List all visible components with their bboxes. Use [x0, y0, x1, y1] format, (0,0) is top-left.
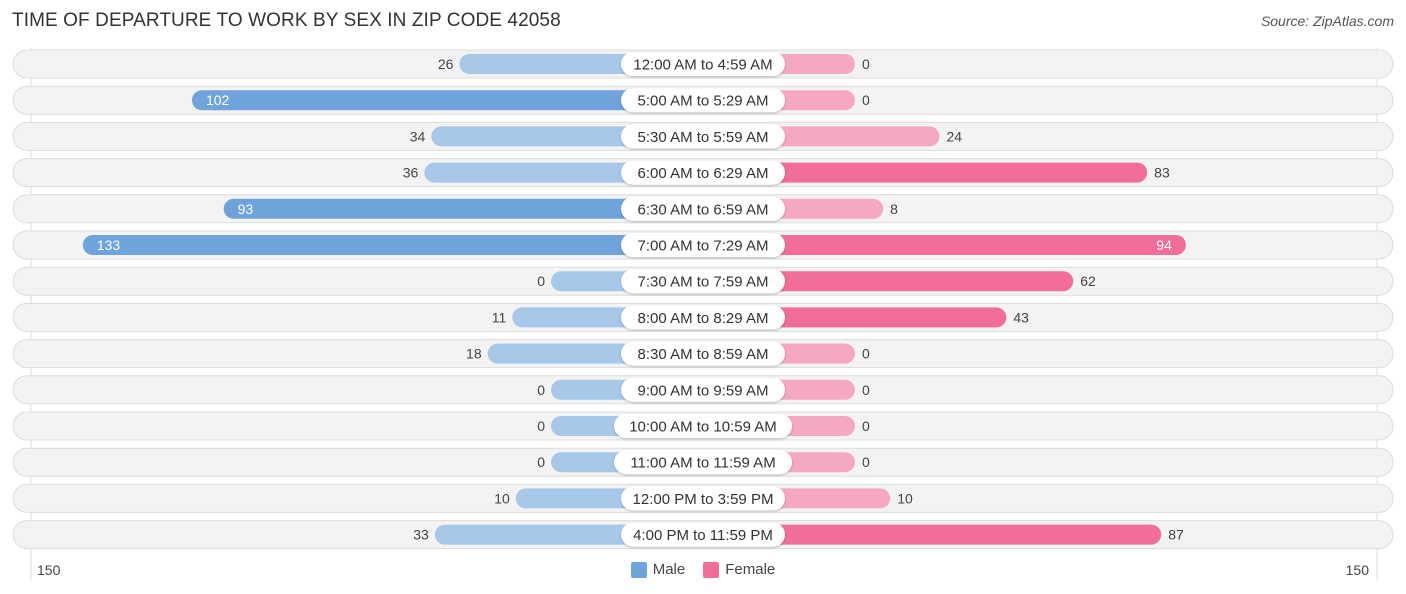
- legend-label-female: Female: [725, 561, 776, 578]
- male-value-label: 0: [537, 454, 545, 470]
- category-label: 9:00 AM to 9:59 AM: [638, 382, 769, 399]
- female-value-label: 0: [862, 454, 870, 470]
- chart-row: 8:00 AM to 8:29 AM 11 43: [12, 302, 1394, 332]
- female-value-label: 0: [862, 346, 870, 362]
- male-value-label: 93: [238, 201, 254, 217]
- category-label: 4:00 PM to 11:59 PM: [633, 527, 773, 544]
- chart-svg: 12:00 AM to 4:59 AM26 05:00 AM to 5:29 AM…: [12, 48, 1394, 580]
- category-label: 5:00 AM to 5:29 AM: [638, 93, 769, 110]
- female-value-label: 8: [890, 201, 898, 217]
- chart-row: 12:00 PM to 3:59 PM 10 10: [12, 483, 1394, 513]
- chart-row: 5:30 AM to 5:59 AM 34 24: [12, 121, 1394, 151]
- male-value-label: 11: [492, 309, 507, 325]
- female-value-label: 87: [1168, 527, 1184, 543]
- category-label: 8:30 AM to 8:59 AM: [638, 346, 769, 363]
- category-label: 5:30 AM to 5:59 AM: [638, 129, 769, 146]
- chart-row: 8:30 AM to 8:59 AM 18 0: [12, 339, 1394, 369]
- chart-row: 5:00 AM to 5:29 AM 102 0: [12, 85, 1394, 115]
- legend-swatch-female: [703, 561, 720, 578]
- chart-row: 6:30 AM to 6:59 AM 93 8: [12, 194, 1394, 224]
- female-value-label: 0: [862, 92, 870, 108]
- chart-row: 7:00 AM to 7:29 AM 133 94: [12, 230, 1394, 260]
- chart-row: 9:00 AM to 9:59 AM 0 0: [12, 375, 1394, 405]
- female-value-label: 10: [897, 490, 913, 506]
- category-label: 10:00 AM to 10:59 AM: [629, 419, 777, 436]
- female-value-label: 24: [946, 128, 962, 144]
- legend-label-male: Male: [652, 561, 686, 578]
- female-value-label: 0: [862, 56, 870, 72]
- legend-item-male[interactable]: Male: [630, 561, 686, 578]
- category-label: 11:00 AM to 11:59 AM: [630, 455, 775, 472]
- chart-row: 4:00 PM to 11:59 PM 33 87: [12, 520, 1394, 550]
- female-value-label: 83: [1154, 165, 1170, 181]
- male-value-label: 33: [413, 527, 429, 543]
- chart-row: 7:30 AM to 7:59 AM 0 62: [12, 266, 1394, 296]
- male-value-label: 0: [537, 273, 545, 289]
- category-label: 6:00 AM to 6:29 AM: [638, 165, 769, 182]
- female-value-label: 62: [1080, 273, 1096, 289]
- chart-row: 11:00 AM to 11:59 AM 0 0: [12, 447, 1394, 477]
- legend: Male Female: [0, 561, 1406, 578]
- male-value-label: 0: [537, 382, 545, 398]
- male-value-label: 133: [97, 237, 121, 253]
- category-label: 8:00 AM to 8:29 AM: [638, 310, 769, 327]
- male-value-label: 36: [403, 165, 419, 181]
- legend-swatch-male: [630, 561, 647, 578]
- male-bar: [82, 235, 704, 255]
- category-label: 7:00 AM to 7:29 AM: [638, 238, 769, 255]
- female-value-label: 94: [1156, 237, 1172, 253]
- female-value-label: 0: [862, 418, 870, 434]
- female-value-label: 43: [1013, 309, 1029, 325]
- chart-row: 6:00 AM to 6:29 AM 36 83: [12, 158, 1394, 188]
- male-value-label: 18: [466, 346, 482, 362]
- male-value-label: 102: [206, 92, 230, 108]
- chart-row: 10:00 AM to 10:59 AM 0 0: [12, 411, 1394, 441]
- category-label: 7:30 AM to 7:59 AM: [638, 274, 769, 291]
- chart-row: 12:00 AM to 4:59 AM 26 0: [12, 49, 1394, 79]
- category-label: 6:30 AM to 6:59 AM: [638, 201, 769, 218]
- male-value-label: 34: [410, 128, 426, 144]
- category-label: 12:00 PM to 3:59 PM: [633, 491, 774, 508]
- category-label: 12:00 AM to 4:59 AM: [633, 57, 772, 74]
- male-value-label: 26: [438, 56, 454, 72]
- female-value-label: 0: [862, 382, 870, 398]
- male-value-label: 0: [537, 418, 545, 434]
- legend-item-female[interactable]: Female: [703, 561, 775, 578]
- male-value-label: 10: [494, 490, 510, 506]
